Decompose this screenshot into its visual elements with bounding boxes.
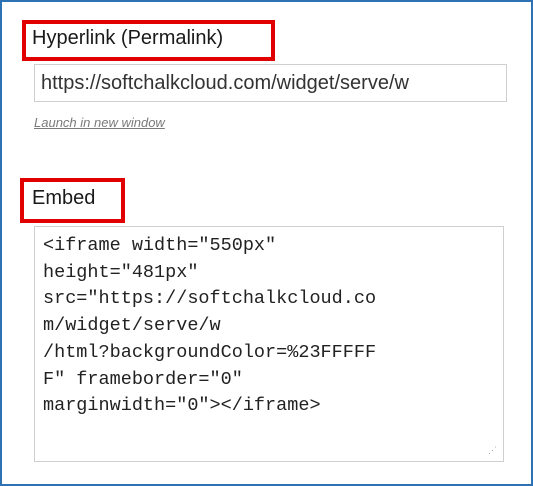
resize-grip-icon[interactable]: ⋰ xyxy=(488,446,497,455)
embed-code-line: F" frameborder="0" xyxy=(43,368,243,390)
permalink-input[interactable] xyxy=(35,65,506,101)
embed-code-line: src="https://softchalkcloud.co xyxy=(43,288,377,310)
launch-in-new-window-link[interactable]: Launch in new window xyxy=(34,115,165,130)
hyperlink-label: Hyperlink (Permalink) xyxy=(32,27,224,49)
widget-panel: Hyperlink (Permalink) Launch in new wind… xyxy=(0,0,533,486)
embed-label: Embed xyxy=(32,187,96,209)
embed-code: <iframe width="550px" height="481px" src… xyxy=(43,233,376,420)
embed-code-line: <iframe width="550px" xyxy=(43,235,277,256)
embed-code-line: m/widget/serve/w xyxy=(43,315,221,337)
embed-code-line: /html?backgroundColor=%23FFFFF xyxy=(43,341,377,363)
embed-code-line: height="481px" xyxy=(43,261,199,283)
permalink-field[interactable] xyxy=(34,64,507,102)
embed-code-line: marginwidth="0"></iframe> xyxy=(43,395,321,417)
embed-code-textarea[interactable]: <iframe width="550px" height="481px" src… xyxy=(34,226,504,462)
